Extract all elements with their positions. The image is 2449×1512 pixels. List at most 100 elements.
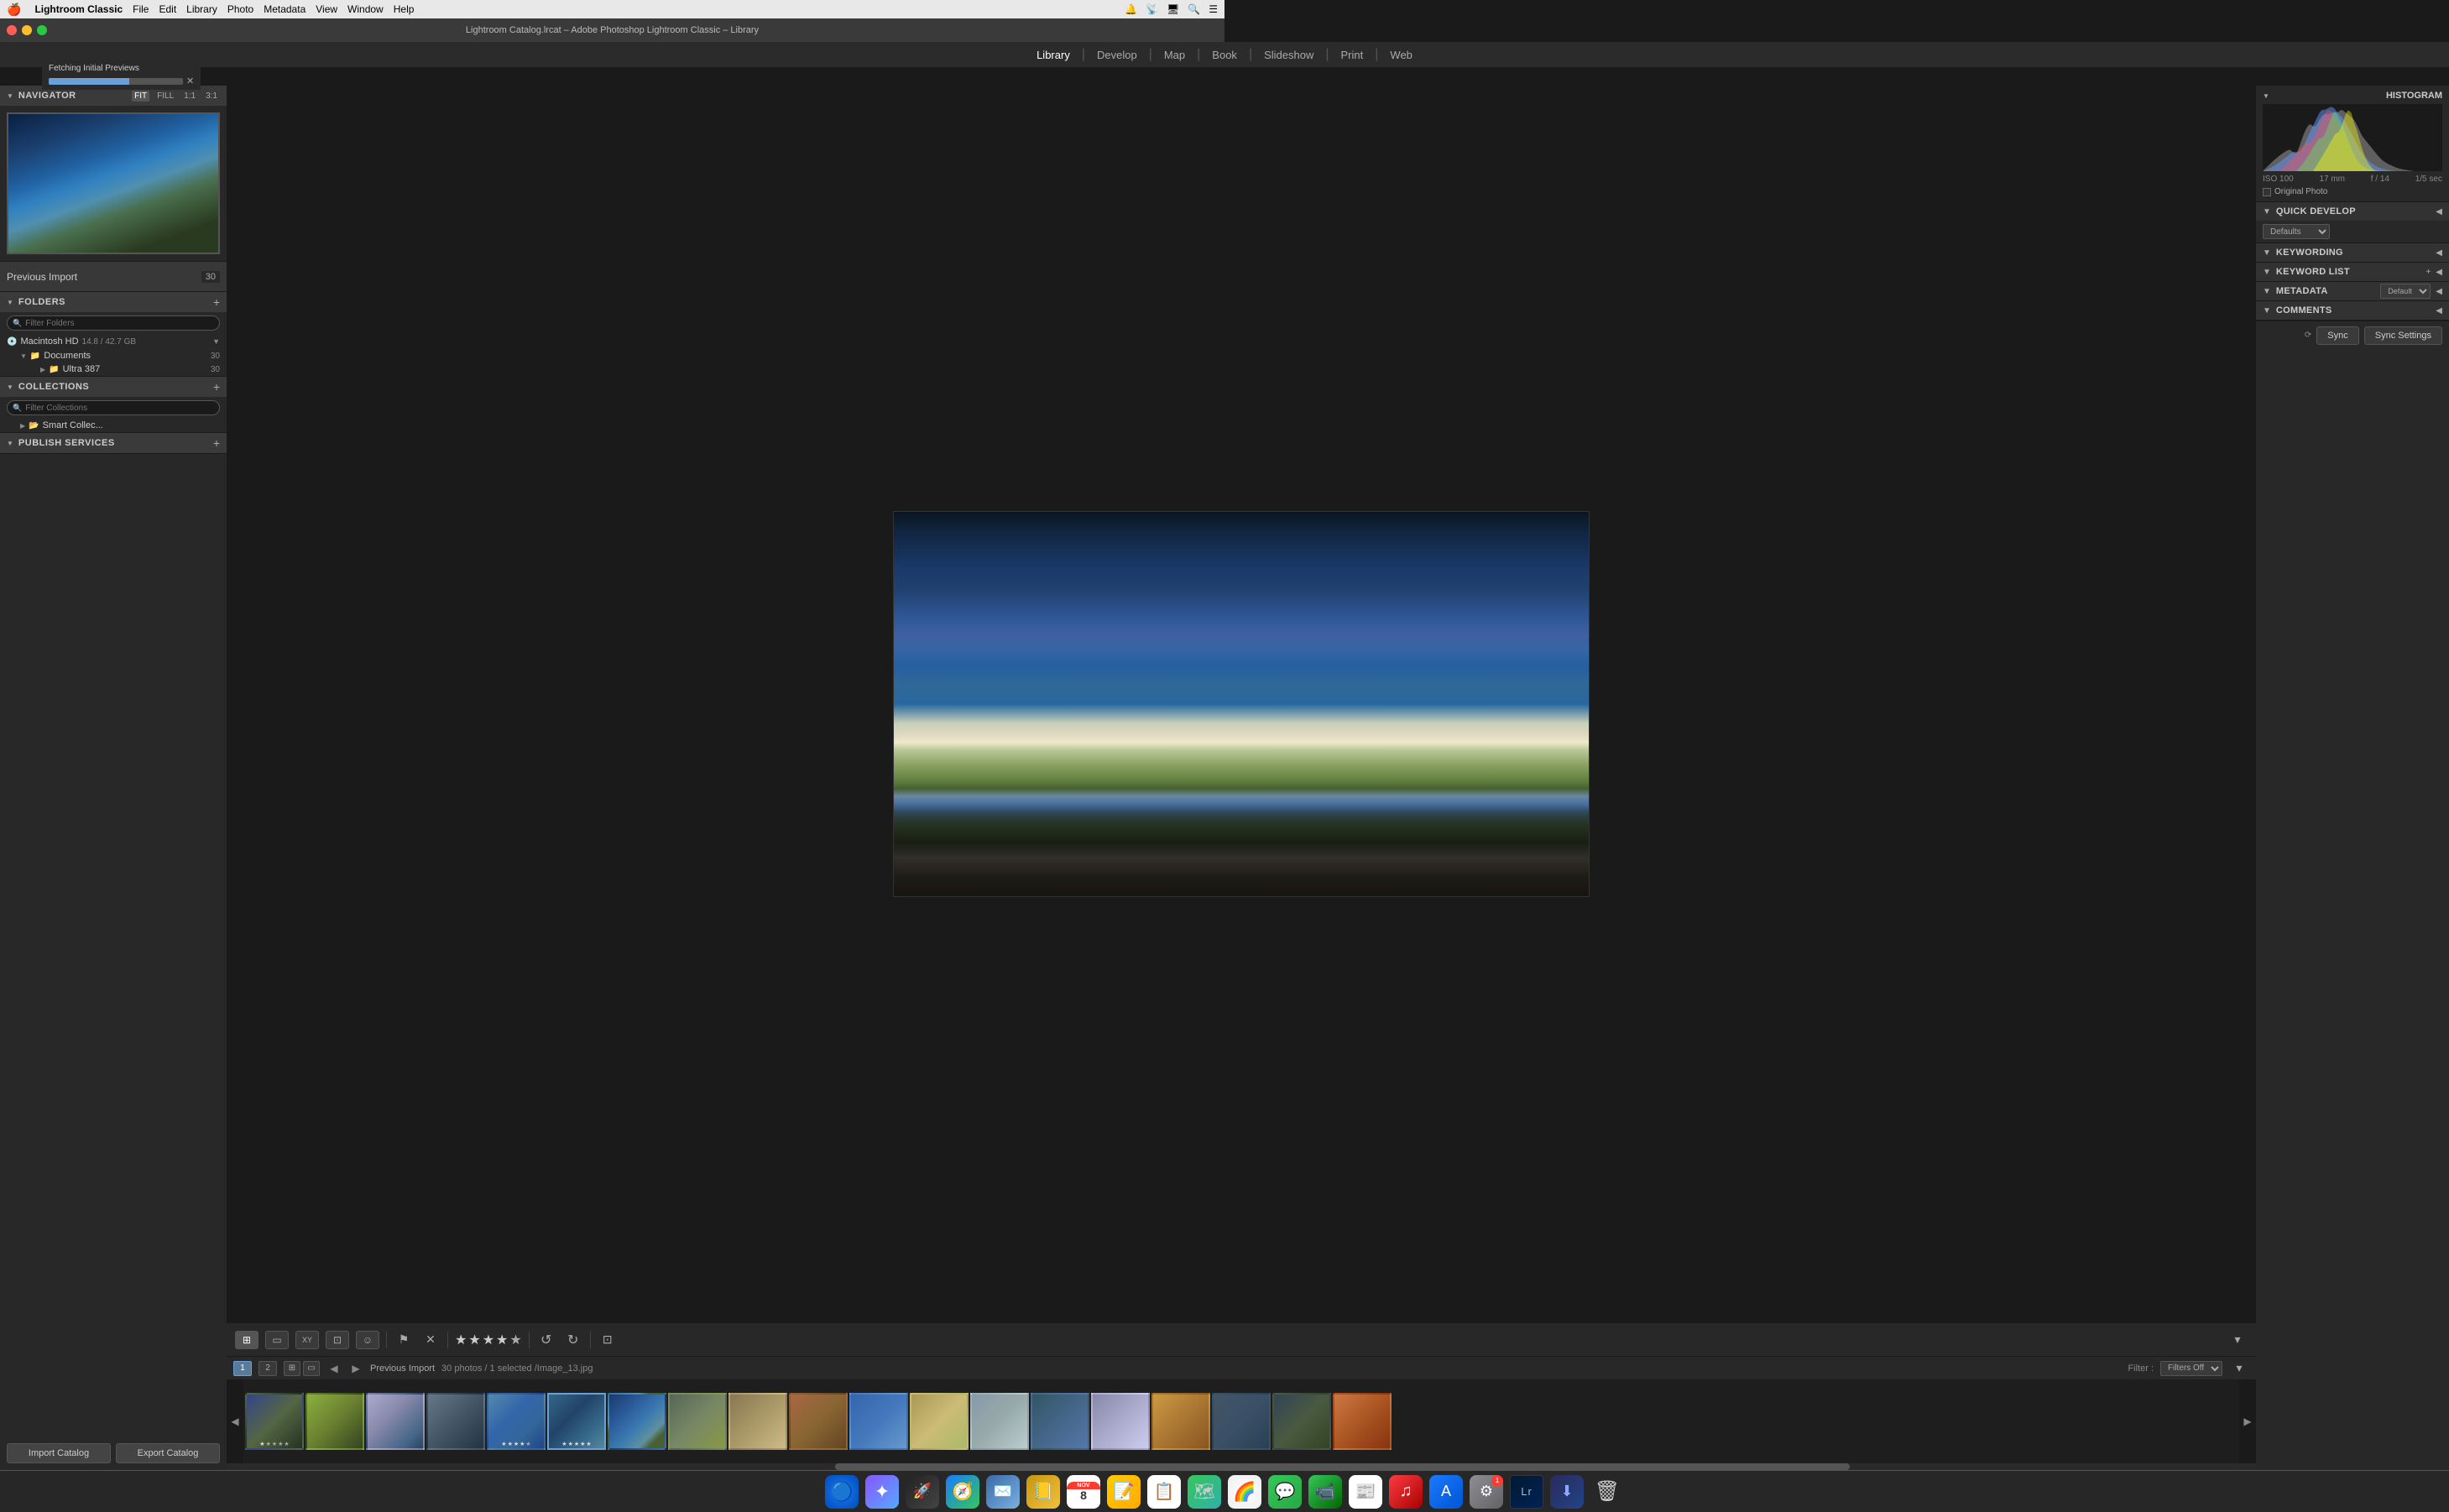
close-button[interactable] (7, 25, 17, 35)
dock-trash[interactable]: 🗑 (1590, 1475, 1624, 1509)
zoom-3-1-button[interactable]: 3:1 (203, 91, 220, 102)
navigator-thumbnail[interactable] (7, 112, 220, 254)
subfolder-ultra387[interactable]: ▶ 📁 Ultra 387 30 (0, 362, 227, 376)
keyword-list-add-icon[interactable]: + (2426, 268, 2431, 277)
minimize-button[interactable] (22, 25, 32, 35)
film-thumb-9[interactable] (789, 1393, 848, 1450)
film-thumb-14[interactable] (1091, 1393, 1150, 1450)
toolbar-chevron-icon[interactable]: ▾ (2227, 1330, 2248, 1350)
film-thumb-2[interactable] (366, 1393, 425, 1450)
film-thumb-7[interactable] (668, 1393, 727, 1450)
film-thumb-11[interactable] (910, 1393, 969, 1450)
menu-icon[interactable]: ☰ (1209, 3, 1218, 15)
star-5[interactable]: ★ (509, 1332, 521, 1348)
filter-chevron-icon[interactable]: ▾ (2229, 1358, 2249, 1379)
dock-contacts[interactable]: 📒 (1026, 1475, 1060, 1509)
module-map[interactable]: Map (1152, 42, 1197, 67)
flag-pick-button[interactable]: ⚑ (394, 1330, 414, 1350)
film-thumb-6[interactable] (608, 1393, 666, 1450)
survey-view-button[interactable]: ⊡ (326, 1331, 349, 1349)
folders-add-button[interactable]: + (213, 295, 220, 309)
star-4[interactable]: ★ (496, 1332, 508, 1348)
quick-develop-preset-select[interactable]: Defaults (2263, 224, 2330, 239)
import-catalog-button[interactable]: Import Catalog (7, 1443, 111, 1463)
notification-icon[interactable]: 🔔 (1125, 3, 1137, 15)
next-photo-button[interactable]: ▶ (348, 1361, 363, 1376)
people-view-button[interactable]: ☺ (356, 1331, 379, 1349)
film-thumb-10[interactable] (849, 1393, 908, 1450)
zoom-fit-button[interactable]: FIT (132, 91, 149, 102)
keywording-header[interactable]: ▼ Keywording ◀ (2256, 243, 2449, 262)
star-1[interactable]: ★ (455, 1332, 467, 1348)
flag-reject-button[interactable]: ✕ (420, 1330, 441, 1350)
dock-appstore[interactable]: A (1429, 1475, 1463, 1509)
menu-view[interactable]: View (316, 3, 337, 15)
film-thumb-17[interactable] (1272, 1393, 1331, 1450)
publish-add-button[interactable]: + (213, 436, 220, 450)
menu-photo[interactable]: Photo (227, 3, 253, 15)
dock-mail[interactable]: ✉️ (986, 1475, 1020, 1509)
film-thumb-18[interactable] (1333, 1393, 1392, 1450)
menu-file[interactable]: File (133, 3, 149, 15)
page-2-button[interactable]: 2 (258, 1361, 277, 1376)
comments-header[interactable]: ▼ Comments ◀ (2256, 301, 2449, 320)
sync-button[interactable]: Sync (2316, 326, 2358, 345)
star-2[interactable]: ★ (468, 1332, 480, 1348)
grid-mini-button[interactable]: ⊞ (284, 1361, 300, 1376)
film-thumb-15[interactable] (1151, 1393, 1210, 1450)
collections-add-button[interactable]: + (213, 380, 220, 394)
menu-window[interactable]: Window (347, 3, 384, 15)
metadata-header[interactable]: ▼ Metadata Default ◀ (2256, 282, 2449, 300)
dock-messages[interactable]: 💬 (1268, 1475, 1302, 1509)
dock-reminders[interactable]: 📋 (1147, 1475, 1181, 1509)
star-3[interactable]: ★ (483, 1332, 494, 1348)
prev-photo-button[interactable]: ◀ (326, 1361, 342, 1376)
module-library[interactable]: Library (1025, 42, 1082, 67)
dock-facetime[interactable]: 📹 (1308, 1475, 1342, 1509)
film-thumb-1[interactable] (305, 1393, 364, 1450)
module-book[interactable]: Book (1200, 42, 1249, 67)
film-thumb-8[interactable] (728, 1393, 787, 1450)
dock-system-preferences[interactable]: ⚙ 1 (1470, 1475, 1503, 1509)
folders-header[interactable]: ▼ Folders + (0, 292, 227, 312)
module-print[interactable]: Print (1329, 42, 1376, 67)
apple-menu[interactable]: 🍎 (7, 3, 21, 17)
film-thumb-16[interactable] (1212, 1393, 1271, 1450)
zoom-fill-button[interactable]: FILL (154, 91, 176, 102)
dock-photos[interactable]: 🌈 (1228, 1475, 1261, 1509)
search-menubar-icon[interactable]: 🔍 (1188, 3, 1200, 15)
dock-lightroom[interactable]: Lr (1510, 1475, 1543, 1509)
dock-news[interactable]: 📰 (1349, 1475, 1382, 1509)
folder-documents[interactable]: ▼ 📁 Documents 30 (0, 349, 227, 362)
publish-services-header[interactable]: ▼ Publish Services + (0, 433, 227, 453)
main-image-container[interactable] (227, 86, 2256, 1322)
dock-music[interactable]: ♫ (1389, 1475, 1423, 1509)
filmstrip-nav-left[interactable]: ◀ (227, 1379, 243, 1463)
loading-cancel-button[interactable]: ✕ (186, 76, 194, 86)
keyword-list-header[interactable]: ▼ Keyword List + ◀ (2256, 263, 2449, 281)
compare-view-button[interactable]: XY (295, 1331, 319, 1349)
filmstrip-nav-right[interactable]: ▶ (2239, 1379, 2256, 1463)
menu-edit[interactable]: Edit (159, 3, 176, 15)
menu-lightroom[interactable]: Lightroom Classic (34, 3, 123, 15)
rotate-right-button[interactable]: ↻ (563, 1330, 583, 1350)
film-thumb-0[interactable]: ★★★★★ (245, 1393, 304, 1450)
dock-downloader[interactable]: ⬇ (1550, 1475, 1584, 1509)
menu-metadata[interactable]: Metadata (264, 3, 305, 15)
dock-launchpad[interactable]: 🚀 (906, 1475, 939, 1509)
quick-develop-header[interactable]: ▼ Quick Develop ◀ (2256, 202, 2449, 221)
collections-search-input[interactable] (25, 404, 214, 413)
page-1-button[interactable]: 1 (233, 1361, 252, 1376)
dock-finder[interactable]: 🔵 (825, 1475, 859, 1509)
airplay-icon[interactable]: 📡 (1146, 3, 1158, 15)
sync-settings-button[interactable]: Sync Settings (2364, 326, 2442, 345)
drive-item[interactable]: 💿 Macintosh HD 14.8 / 42.7 GB ▼ (0, 334, 227, 349)
export-catalog-button[interactable]: Export Catalog (116, 1443, 220, 1463)
dock-calendar[interactable]: NOV 8 (1067, 1475, 1100, 1509)
dock-siri[interactable]: ✦ (865, 1475, 899, 1509)
smart-collections-item[interactable]: ▶ 📂 Smart Collec... (0, 419, 227, 432)
film-thumb-5[interactable]: ★★★★★ (547, 1393, 606, 1450)
loupe-view-button[interactable]: ▭ (265, 1331, 289, 1349)
display-icon[interactable]: 🖥 (1167, 3, 1179, 15)
maximize-button[interactable] (37, 25, 47, 35)
